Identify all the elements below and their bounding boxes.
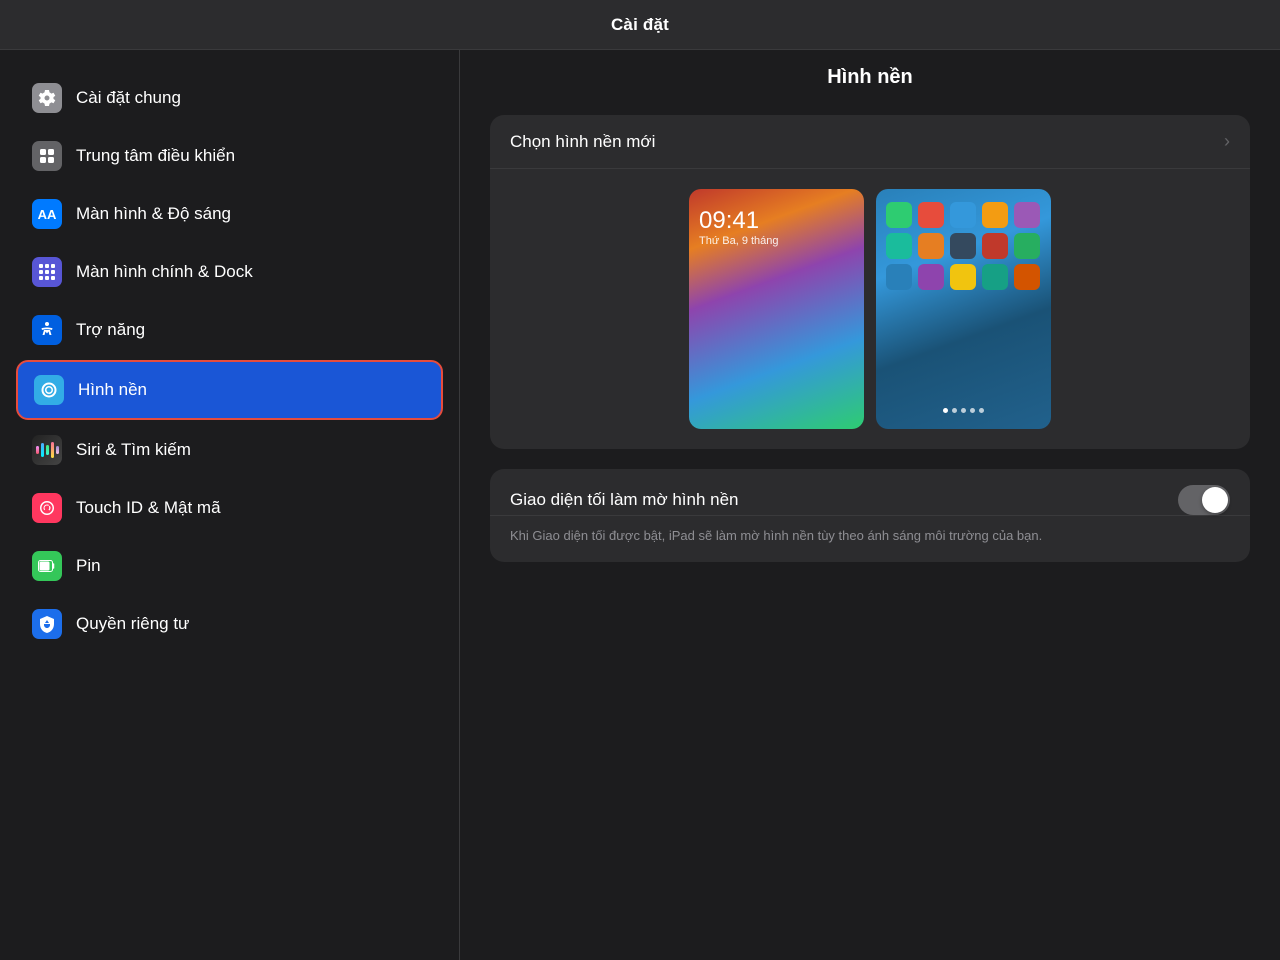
detail-title: Hình nền [827,66,913,89]
chevron-right-icon: › [1224,131,1230,152]
home-dots [881,408,1046,421]
top-bar-title: Cài đặt [611,15,669,35]
gear-icon [32,83,62,113]
sidebar-item-hinh-nen[interactable]: Hình nền [16,360,443,420]
app-icon-1 [886,202,912,228]
sidebar-item-label-trung-tam: Trung tâm điều khiển [76,146,235,166]
dark-mode-card: Giao diện tối làm mờ hình nền Khi Giao d… [490,469,1250,562]
home-dot-4 [970,408,975,413]
detail-header: Hình nền [460,50,1280,105]
sidebar-item-man-hinh-chinh[interactable]: Màn hình chính & Dock [16,244,443,300]
wallpaper-preview: 09:41 Thứ Ba, 9 tháng [490,169,1250,449]
toggle-knob [1202,487,1228,513]
app-icon-2 [918,202,944,228]
main-content: Cài đặt chung Trung tâm điều khiển AA Mà… [0,50,1280,960]
choose-wallpaper-card: Chọn hình nền mới › 09:41 Thứ Ba, 9 thán… [490,115,1250,449]
dark-mode-label: Giao diện tối làm mờ hình nền [510,490,739,510]
battery-icon [32,551,62,581]
home-dot-1 [943,408,948,413]
home-screen-preview [876,189,1051,429]
sidebar-item-label-quyen-rieng-tu: Quyền riêng tư [76,614,189,634]
touch-id-icon [32,493,62,523]
sidebar: Cài đặt chung Trung tâm điều khiển AA Mà… [0,50,460,960]
home-screen-icons [881,197,1046,295]
detail-panel: Hình nền Chọn hình nền mới › 09:41 Thứ B… [460,50,1280,960]
home-dot-2 [952,408,957,413]
accessibility-icon [32,315,62,345]
sidebar-item-label-cai-dat-chung: Cài đặt chung [76,88,181,108]
sidebar-item-label-touch-id: Touch ID & Mật mã [76,498,221,518]
app-icon-9 [982,233,1008,259]
app-icon-6 [886,233,912,259]
app-icon-5 [1014,202,1040,228]
app-icon-15 [1014,264,1040,290]
app-icon-12 [918,264,944,290]
sidebar-item-label-man-hinh-chinh: Màn hình chính & Dock [76,262,253,282]
sidebar-item-label-siri: Siri & Tìm kiếm [76,440,191,460]
app-icon-4 [982,202,1008,228]
sidebar-item-trung-tam[interactable]: Trung tâm điều khiển [16,128,443,184]
lock-screen-preview: 09:41 Thứ Ba, 9 tháng [689,189,864,429]
app-icon-11 [886,264,912,290]
sidebar-item-label-man-hinh-do-sang: Màn hình & Độ sáng [76,204,231,224]
sidebar-item-cai-dat-chung[interactable]: Cài đặt chung [16,70,443,126]
app-icon-13 [950,264,976,290]
app-icon-7 [918,233,944,259]
detail-body: Chọn hình nền mới › 09:41 Thứ Ba, 9 thán… [460,105,1280,592]
app-icon-10 [1014,233,1040,259]
sidebar-item-label-hinh-nen: Hình nền [78,380,147,400]
lock-screen-bg: 09:41 Thứ Ba, 9 tháng [689,189,864,429]
sidebar-item-siri[interactable]: Siri & Tìm kiếm [16,422,443,478]
top-bar: Cài đặt [0,0,1280,50]
home-dot-3 [961,408,966,413]
display-icon: AA [32,199,62,229]
sidebar-item-pin[interactable]: Pin [16,538,443,594]
dark-mode-row: Giao diện tối làm mờ hình nền [490,469,1250,516]
sidebar-item-man-hinh-do-sang[interactable]: AA Màn hình & Độ sáng [16,186,443,242]
home-screen-icon [32,257,62,287]
control-center-icon [32,141,62,171]
home-dot-5 [979,408,984,413]
app-icon-8 [950,233,976,259]
choose-wallpaper-row[interactable]: Chọn hình nền mới › [490,115,1250,169]
app-icon-3 [950,202,976,228]
home-screen-bg [876,189,1051,429]
sidebar-item-quyen-rieng-tu[interactable]: Quyền riêng tư [16,596,443,652]
app-icon-14 [982,264,1008,290]
choose-wallpaper-label: Chọn hình nền mới [510,132,655,152]
toggle-row-top: Giao diện tối làm mờ hình nền [510,485,1230,515]
wallpaper-icon [34,375,64,405]
lock-time: 09:41 [699,207,854,235]
dark-mode-description: Khi Giao diện tối được bật, iPad sẽ làm … [490,516,1250,562]
dark-mode-toggle[interactable] [1178,485,1230,515]
sidebar-item-label-tro-nang: Trợ năng [76,320,145,340]
sidebar-item-label-pin: Pin [76,556,101,576]
lock-date: Thứ Ba, 9 tháng [699,235,854,247]
privacy-icon [32,609,62,639]
siri-icon [32,435,62,465]
sidebar-item-tro-nang[interactable]: Trợ năng [16,302,443,358]
sidebar-item-touch-id[interactable]: Touch ID & Mật mã [16,480,443,536]
